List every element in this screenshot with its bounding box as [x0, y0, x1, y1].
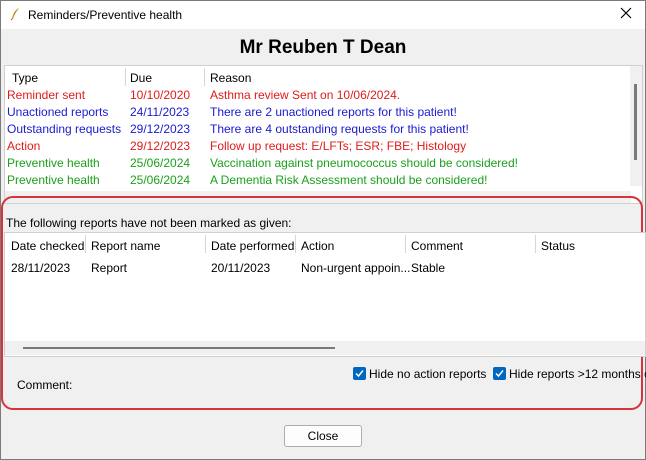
reminder-reason: A Dementia Risk Assessment should be con… [210, 173, 488, 187]
column-header-reason[interactable]: Reason [210, 71, 251, 85]
reminder-due: 29/12/2023 [130, 122, 191, 136]
checkbox-checked-icon[interactable] [353, 367, 366, 380]
list-item[interactable]: Preventive health 25/06/2024 Vaccination a… [5, 155, 631, 172]
app-feather-icon [9, 7, 23, 21]
patient-name: Mr Reuben T Dean [239, 37, 407, 58]
column-header-comment[interactable]: Comment [411, 239, 463, 253]
column-header-date-performed[interactable]: Date performed [211, 239, 294, 253]
reminder-reason: Follow up request: E/LFTs; ESR; FBE; His… [210, 139, 467, 153]
cell-action: Non-urgent appoin... [301, 261, 411, 275]
reminder-due: 10/10/2020 [130, 88, 191, 102]
reminders-header: Type Due Reason [5, 66, 631, 88]
title-bar: Reminders/Preventive health [1, 1, 645, 29]
column-header-type[interactable]: Type [12, 71, 38, 85]
column-header-date-checked[interactable]: Date checked [11, 239, 84, 253]
column-header-due[interactable]: Due [130, 71, 152, 85]
reminders-window: Reminders/Preventive health Mr Reuben T … [0, 0, 646, 460]
reminder-type: Unactioned reports [7, 105, 109, 119]
list-item[interactable]: Preventive health 25/06/2024 A Dementia Ri… [5, 172, 631, 189]
reminder-reason: Asthma review Sent on 10/06/2024. [210, 88, 401, 102]
reminders-vertical-scrollbar[interactable] [630, 66, 642, 186]
checkbox-checked-icon[interactable] [493, 367, 506, 380]
window-close-button[interactable] [613, 4, 639, 26]
reminders-list[interactable]: Type Due Reason Reminder sent 10/10/2020 A… [4, 65, 643, 204]
list-item[interactable]: Action 29/12/2023 Follow up request: E/LFT… [5, 138, 631, 155]
reminder-due: 25/06/2024 [130, 156, 191, 170]
close-button[interactable]: Close [284, 425, 362, 447]
cell-comment: Stable [411, 261, 446, 275]
reminder-type: Action [7, 139, 41, 153]
reports-horizontal-scrollbar[interactable] [5, 341, 645, 355]
cell-date-checked: 28/11/2023 [11, 261, 71, 275]
reminder-due: 25/06/2024 [130, 173, 191, 187]
close-icon [620, 7, 632, 19]
reminder-reason: There are 4 outstanding requests for thi… [210, 122, 469, 136]
reminder-reason: There are 2 unactioned reports for this … [210, 105, 457, 119]
cell-report-name: Report [91, 261, 128, 275]
list-item[interactable]: Outstanding requests 29/12/2023 There are … [5, 121, 631, 138]
reminder-type: Outstanding requests [7, 122, 122, 136]
reminder-due: 24/11/2023 [130, 105, 190, 119]
column-header-action[interactable]: Action [301, 239, 334, 253]
hide-no-action-label[interactable]: Hide no action reports [369, 367, 486, 381]
reminder-type: Reminder sent [7, 88, 86, 102]
column-header-status[interactable]: Status [541, 239, 575, 253]
reminder-type: Preventive health [7, 173, 100, 187]
reports-header: Date checked Report name Date performed … [5, 233, 645, 255]
window-title: Reminders/Preventive health [28, 8, 183, 22]
reminder-due: 29/12/2023 [130, 139, 191, 153]
comment-label: Comment: [17, 378, 73, 392]
reports-not-given-label: The following reports have not been mark… [6, 216, 292, 230]
cell-date-performed: 20/11/2023 [211, 261, 271, 275]
reminder-reason: Vaccination against pneumococcus should … [210, 156, 518, 170]
list-item[interactable]: Reminder sent 10/10/2020 Asthma review Sen… [5, 87, 631, 104]
hide-old-reports-label[interactable]: Hide reports >12 months old [509, 367, 646, 381]
column-header-report-name[interactable]: Report name [91, 239, 160, 253]
reports-table[interactable]: Date checked Report name Date performed … [4, 232, 646, 357]
reminder-type: Preventive health [7, 156, 100, 170]
list-item[interactable]: Unactioned reports 24/11/2023 There are 2 … [5, 104, 631, 121]
